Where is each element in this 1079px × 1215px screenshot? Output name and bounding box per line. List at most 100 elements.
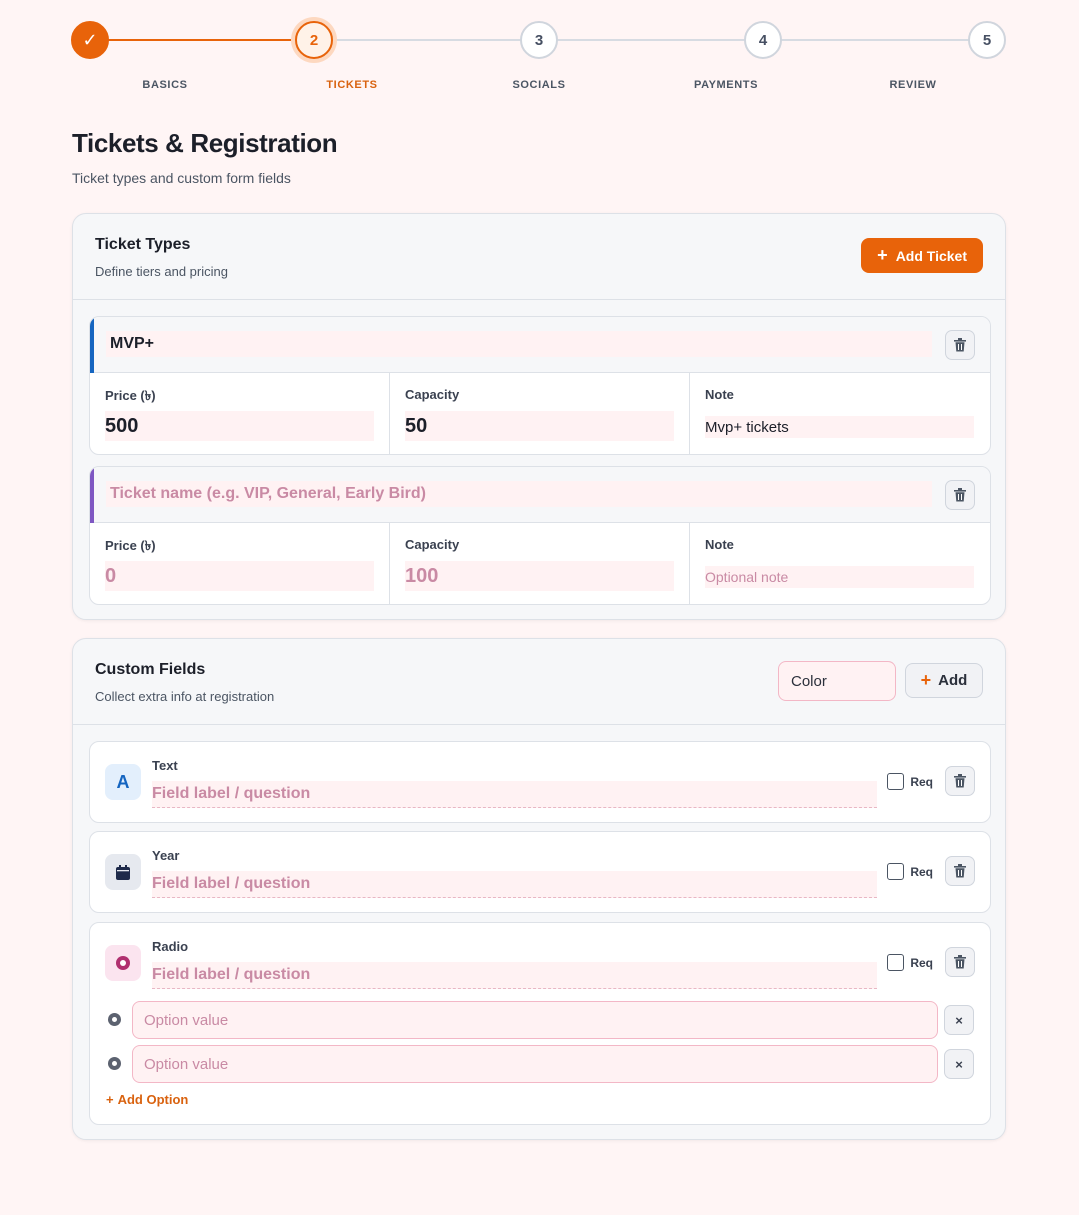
stepper-track [781,39,971,41]
note-input[interactable]: Mvp+ tickets [705,416,974,438]
trash-icon [954,774,966,788]
trash-icon [954,955,966,969]
ticket-types-subtitle: Define tiers and pricing [95,264,228,279]
capacity-input[interactable]: 100 [405,561,674,591]
required-label: Req [910,864,933,879]
delete-ticket-button[interactable] [945,330,975,360]
required-checkbox[interactable] [887,773,905,790]
step-1-check-icon[interactable]: ✓ [71,21,109,59]
field-type-label: Radio [152,939,189,954]
step-4-circle[interactable]: 4 [744,21,782,59]
ticket-name-input[interactable]: MVP+ [106,331,932,357]
ticket-name-input[interactable]: Ticket name (e.g. VIP, General, Early Bi… [106,481,932,507]
price-label: Price (৳) [105,538,156,553]
option-value-input[interactable]: Option value [132,1001,938,1039]
custom-fields-title: Custom Fields [95,661,206,678]
step-5-circle[interactable]: 5 [968,21,1006,59]
required-toggle[interactable]: Req [887,954,933,971]
field-label-input[interactable]: Field label / question [152,781,877,808]
note-input[interactable]: Optional note [705,566,974,588]
required-checkbox[interactable] [887,954,905,971]
stepper-track-complete [108,39,298,41]
ticket-accent-bar [90,467,94,523]
radio-dot-icon [108,1013,121,1026]
step-2-circle[interactable]: 2 [295,21,333,59]
trash-icon [954,338,966,352]
ticket-price-cell: Price (৳) 0 [90,523,390,604]
custom-fields-subtitle: Collect extra info at registration [95,689,275,704]
add-field-label: Add [938,672,968,689]
ticket-capacity-cell: Capacity 50 [390,373,690,454]
stepper-track [332,39,522,41]
field-type-label: Year [152,848,180,863]
delete-ticket-button[interactable] [945,480,975,510]
step-label-tickets: TICKETS [326,79,378,91]
price-input[interactable]: 0 [105,561,374,591]
capacity-label: Capacity [405,537,460,552]
remove-option-button[interactable]: × [944,1005,974,1035]
ticket-types-header: Ticket Types Define tiers and pricing + … [73,214,1005,300]
step-label-socials: SOCIALS [512,79,566,91]
radio-option-row: Option value × [106,1001,974,1039]
plus-icon: + [920,670,932,690]
note-label: Note [705,537,734,552]
add-ticket-label: Add Ticket [895,247,967,264]
required-checkbox[interactable] [887,863,905,880]
required-label: Req [910,955,933,970]
delete-field-button[interactable] [945,947,975,977]
required-toggle[interactable]: Req [887,773,933,790]
step-3-circle[interactable]: 3 [520,21,558,59]
plus-icon: + [106,1092,114,1107]
required-label: Req [910,774,933,789]
trash-icon [954,488,966,502]
field-type-label: Text [152,758,178,773]
delete-field-button[interactable] [945,856,975,886]
field-label-input[interactable]: Field label / question [152,871,877,898]
ticket-types-card: Ticket Types Define tiers and pricing + … [72,213,1006,620]
ticket-name-row: MVP+ [90,317,990,373]
ticket-types-title: Ticket Types [95,236,191,253]
ticket-note-cell: Note Mvp+ tickets [690,373,990,454]
ticket-note-cell: Note Optional note [690,523,990,604]
price-input[interactable]: 500 [105,411,374,441]
ticket-item: MVP+ Price (৳) 500 Capacity 50 Note Mvp+… [89,316,991,455]
trash-icon [954,864,966,878]
radio-option-row: Option value × [106,1045,974,1083]
ticket-name-row: Ticket name (e.g. VIP, General, Early Bi… [90,467,990,523]
ticket-price-cell: Price (৳) 500 [90,373,390,454]
note-label: Note [705,387,734,402]
ticket-accent-bar [90,317,94,373]
step-label-review: REVIEW [889,79,937,91]
radio-dot-icon [108,1057,121,1070]
custom-field-item: Year Field label / question Req [89,831,991,913]
step-label-payments: PAYMENTS [693,79,759,91]
radio-icon [105,945,141,981]
option-value-input[interactable]: Option value [132,1045,938,1083]
calendar-icon [105,854,141,890]
custom-field-item: A Text Field label / question Req [89,741,991,823]
add-option-button[interactable]: + Add Option [106,1092,188,1107]
ticket-capacity-cell: Capacity 100 [390,523,690,604]
plus-icon: + [877,245,888,265]
stepper-track [557,39,747,41]
progress-stepper: ✓ 2 3 4 5 BASICS TICKETS SOCIALS PAYMENT… [0,0,1079,110]
field-label-input[interactable]: Field label / question [152,962,877,989]
delete-field-button[interactable] [945,766,975,796]
capacity-label: Capacity [405,387,460,402]
page-subtitle: Ticket types and custom form fields [72,170,291,186]
custom-fields-header: Custom Fields Collect extra info at regi… [73,639,1005,725]
ticket-item: Ticket name (e.g. VIP, General, Early Bi… [89,466,991,605]
add-option-label: Add Option [117,1092,189,1107]
capacity-input[interactable]: 50 [405,411,674,441]
custom-fields-card: Custom Fields Collect extra info at regi… [72,638,1006,1140]
text-type-icon: A [105,764,141,800]
field-type-select[interactable]: Color [778,661,896,701]
add-field-button[interactable]: + Add [905,663,983,698]
step-label-basics: BASICS [142,79,188,91]
custom-field-item: Radio Field label / question Req Option … [89,922,991,1125]
add-ticket-button[interactable]: + Add Ticket [861,238,983,273]
page-title: Tickets & Registration [72,128,338,158]
remove-option-button[interactable]: × [944,1049,974,1079]
required-toggle[interactable]: Req [887,863,933,880]
price-label: Price (৳) [105,388,156,403]
